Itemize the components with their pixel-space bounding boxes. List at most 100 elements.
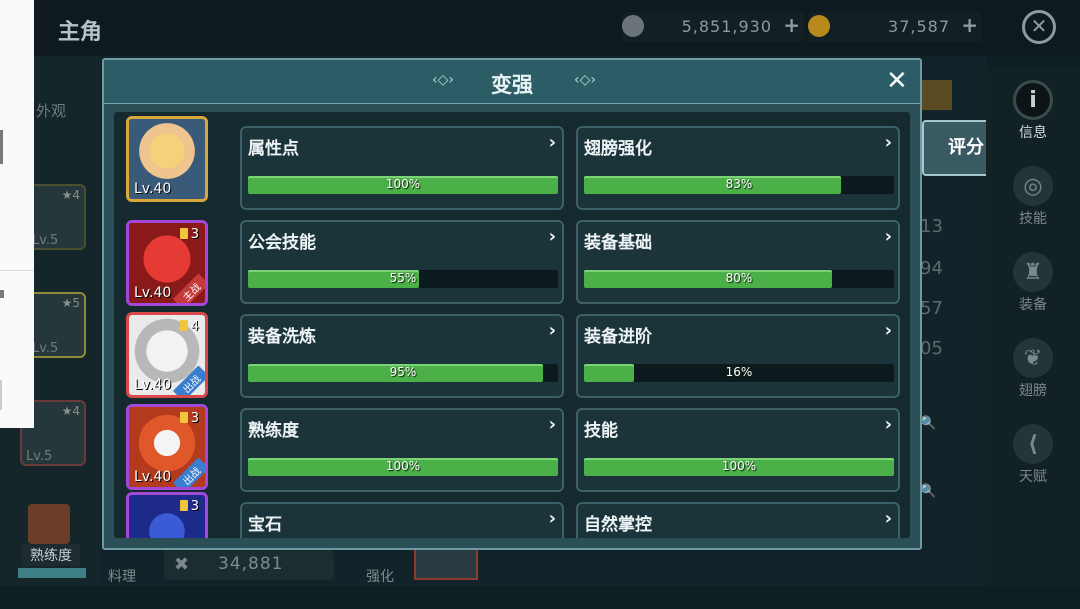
gold-value: 37,587 [888, 17, 950, 36]
stat-card[interactable]: 装备进阶 › 16% [576, 314, 900, 398]
dim-star: ★5 [61, 296, 80, 310]
gold-currency: 37,587 + [808, 12, 982, 42]
progress-bar: 95% [248, 364, 558, 382]
hero-card[interactable]: 3 [126, 492, 208, 538]
combat-power-box: ✖ 34,881 [164, 550, 334, 580]
stat-card[interactable]: 公会技能 › 55% [240, 220, 564, 304]
stat-label: 属性点 [248, 139, 299, 159]
skill-icon: ◎ [1013, 166, 1053, 206]
equip-slot[interactable] [414, 548, 478, 580]
progress-bar: 16% [584, 364, 894, 382]
stat-label: 自然掌控 [584, 515, 652, 535]
stat-number: 57 [920, 298, 943, 319]
enhance-label[interactable]: 强化 [366, 566, 394, 586]
progress-text: 16% [725, 365, 753, 379]
page-title: 主角 [58, 20, 103, 45]
stat-card[interactable]: 自然掌控 › [576, 502, 900, 538]
chevron-right-icon[interactable]: › [549, 320, 556, 341]
stat-card[interactable]: 属性点 › 100% [240, 126, 564, 210]
get-stronger-dialog: ‹◇› 变强 ‹◇› ✕ Lv.40 3 Lv.40 主战 4 Lv.40 出战 3 Lv.40… [102, 58, 922, 550]
hero-card[interactable]: 3 Lv.40 主战 [126, 220, 208, 306]
chevron-right-icon[interactable]: › [549, 414, 556, 435]
tab-label: 信息 [1019, 125, 1047, 141]
combat-power-value: 34,881 [218, 554, 284, 574]
overlay-divider [0, 270, 34, 271]
silver-coin-icon [622, 15, 644, 37]
hero-level: Lv.40 [134, 377, 172, 393]
appearance-label[interactable]: 外观 [36, 100, 66, 121]
chevron-right-icon[interactable]: › [885, 226, 892, 247]
close-icon[interactable]: ✕ [886, 66, 908, 96]
gold-add-button[interactable]: + [961, 13, 978, 37]
stat-number: 94 [920, 258, 943, 279]
stat-label: 技能 [584, 421, 618, 441]
progress-text: 100% [385, 459, 421, 473]
stat-label: 装备洗炼 [248, 327, 316, 347]
hero-card[interactable]: Lv.40 [126, 116, 208, 202]
info-icon: i [1013, 80, 1053, 120]
stat-label: 公会技能 [248, 233, 316, 253]
search-icon[interactable]: 🔍 [920, 484, 936, 499]
gold-coin-icon [808, 15, 830, 37]
stat-number: 05 [920, 338, 943, 359]
tab-info[interactable]: i 信息 [986, 72, 1080, 156]
tab-talent[interactable]: ⟨ 天赋 [986, 416, 1080, 500]
stat-card[interactable]: 宝石 › [240, 502, 564, 538]
hero-level: Lv.40 [134, 469, 172, 485]
overlay-mark [0, 380, 2, 410]
hero-level: Lv.40 [134, 181, 172, 197]
stat-label: 装备基础 [584, 233, 652, 253]
armor-icon: ♜ [1013, 252, 1053, 292]
tab-label: 天赋 [1019, 469, 1047, 485]
star-count: 4 [180, 319, 199, 334]
dim-level: Lv.5 [32, 233, 59, 248]
dim-star: ★4 [61, 404, 80, 418]
progress-text: 95% [389, 365, 417, 379]
close-icon[interactable]: ✕ [1022, 10, 1056, 44]
progress-text: 100% [721, 459, 757, 473]
stat-card[interactable]: 技能 › 100% [576, 408, 900, 492]
stat-card[interactable]: 装备洗炼 › 95% [240, 314, 564, 398]
star-count: 3 [180, 227, 199, 242]
hero-card[interactable]: 3 Lv.40 出战 [126, 404, 208, 490]
top-bar: 主角 5,851,930 + 37,587 + ✕ [0, 0, 1080, 56]
progress-bar: 55% [248, 270, 558, 288]
progress-text: 100% [385, 177, 421, 191]
chevron-right-icon[interactable]: › [885, 508, 892, 529]
scroll-icon [28, 504, 70, 544]
stat-label: 装备进阶 [584, 327, 652, 347]
stat-card[interactable]: 装备基础 › 80% [576, 220, 900, 304]
silver-add-button[interactable]: + [783, 13, 800, 37]
dim-star: ★4 [61, 188, 80, 202]
stat-number: 13 [920, 216, 943, 237]
chevron-right-icon[interactable]: › [549, 132, 556, 153]
chevron-right-icon[interactable]: › [549, 508, 556, 529]
tab-equipment[interactable]: ♜ 装备 [986, 244, 1080, 328]
talent-icon: ⟨ [1013, 424, 1053, 464]
dialog-body: Lv.40 3 Lv.40 主战 4 Lv.40 出战 3 Lv.40 出战 3 属性点 › 100% 翅… [114, 112, 910, 538]
progress-bar: 80% [584, 270, 894, 288]
chevron-right-icon[interactable]: › [885, 320, 892, 341]
tab-wings[interactable]: ❦ 翅膀 [986, 330, 1080, 414]
cooking-label[interactable]: 料理 [108, 566, 136, 586]
hero-card[interactable]: 4 Lv.40 出战 [126, 312, 208, 398]
stat-card[interactable]: 翅膀强化 › 83% [576, 126, 900, 210]
progress-text: 80% [725, 271, 753, 285]
search-icon[interactable]: 🔍 [920, 416, 936, 431]
proficiency-tab[interactable]: 熟练度 [22, 544, 80, 566]
silver-value: 5,851,930 [681, 17, 772, 36]
stat-label: 翅膀强化 [584, 139, 652, 159]
chevron-right-icon[interactable]: › [549, 226, 556, 247]
stat-card[interactable]: 熟练度 › 100% [240, 408, 564, 492]
white-overlay [0, 0, 34, 428]
tab-label: 装备 [1019, 297, 1047, 313]
chevron-right-icon[interactable]: › [885, 414, 892, 435]
progress-text: 83% [725, 177, 753, 191]
tab-skill[interactable]: ◎ 技能 [986, 158, 1080, 242]
silver-currency: 5,851,930 + [622, 12, 804, 42]
progress-bar: 83% [584, 176, 894, 194]
progress-text: 55% [389, 271, 417, 285]
chevron-right-icon[interactable]: › [885, 132, 892, 153]
star-count: 3 [180, 499, 199, 514]
hero-level: Lv.40 [134, 285, 172, 301]
